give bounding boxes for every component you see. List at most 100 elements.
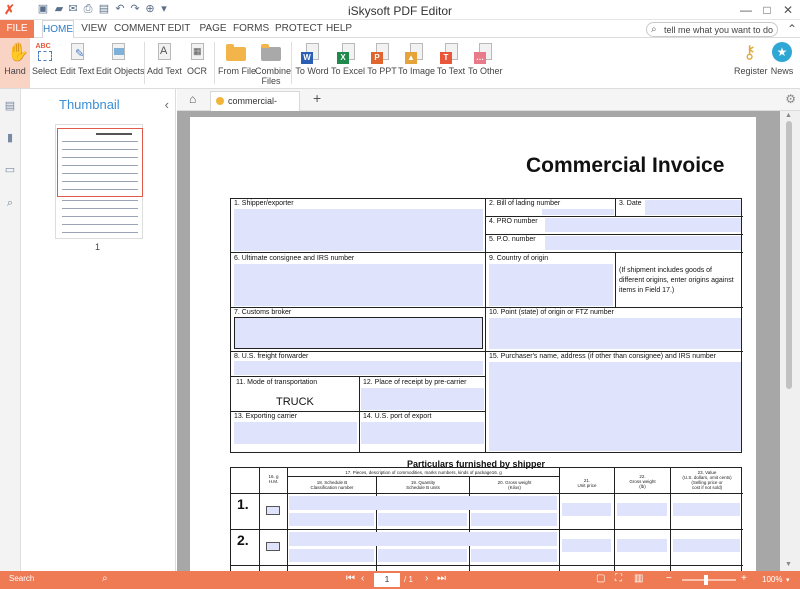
exporting-carrier-field[interactable] — [234, 422, 357, 444]
thumbnail-panel: Thumbnail ‹ 1 — [21, 89, 176, 571]
gross-weight-lb-field[interactable] — [617, 539, 667, 552]
menu-comment[interactable]: COMMENT — [114, 20, 166, 38]
combine-files-button[interactable]: Combine Files — [255, 38, 291, 88]
value-field[interactable] — [673, 539, 740, 552]
col-21-header: 21. Unit price — [577, 478, 597, 488]
thumbnail-panel-icon[interactable]: ▤ — [4, 100, 16, 112]
zoom-slider-track[interactable] — [682, 579, 736, 581]
document-tab[interactable]: commercial-invoice — [210, 91, 300, 124]
comment-icon[interactable]: ▭ — [4, 164, 16, 176]
new-tab-icon[interactable]: + — [313, 90, 321, 106]
status-search-icon[interactable]: ⌕ — [102, 573, 108, 584]
page-thumbnail[interactable] — [55, 124, 143, 239]
point-origin-label: 10. Point (state) of origin or FTZ numbe… — [489, 309, 614, 316]
freight-forwarder-field[interactable] — [234, 361, 483, 375]
row-number: 2. — [237, 532, 249, 548]
collapse-panel-icon[interactable]: ‹ — [165, 97, 169, 112]
hand-tool-button[interactable]: ✋ Hand — [0, 38, 30, 88]
menu-home[interactable]: HOME — [42, 20, 74, 39]
scrollbar-thumb[interactable] — [786, 121, 792, 389]
next-page-icon[interactable]: › — [425, 573, 428, 584]
edit-objects-icon — [107, 42, 129, 64]
thumb-line — [62, 208, 138, 209]
two-page-view-icon[interactable]: ▥ — [634, 573, 643, 584]
zoom-level[interactable]: 100% — [762, 575, 782, 584]
point-origin-field[interactable] — [489, 318, 741, 349]
customs-broker-field[interactable] — [234, 317, 483, 349]
place-receipt-field[interactable] — [361, 388, 484, 410]
help-search-input[interactable]: ⌕ tell me what you want to do — [646, 22, 778, 37]
fit-page-icon[interactable]: ⛶ — [615, 573, 622, 584]
quantity-field[interactable] — [378, 513, 467, 526]
unit-price-field[interactable] — [562, 539, 611, 552]
ocr-button[interactable]: ▦ OCR — [183, 38, 211, 88]
previous-page-icon[interactable]: ‹ — [361, 573, 364, 584]
menu-forms[interactable]: FORMS — [233, 20, 269, 38]
zoom-slider-knob[interactable] — [704, 575, 709, 585]
bill-of-lading-field[interactable] — [542, 209, 614, 215]
menu-view[interactable]: VIEW — [80, 20, 108, 38]
single-page-view-icon[interactable]: ▢ — [596, 573, 605, 584]
menu-help[interactable]: HELP — [325, 20, 353, 38]
hazmat-checkbox[interactable] — [266, 506, 280, 515]
country-origin-field[interactable] — [489, 264, 613, 306]
maximize-icon[interactable]: □ — [757, 1, 777, 19]
home-icon[interactable]: ⌂ — [189, 92, 196, 106]
to-ppt-button[interactable]: P To PPT — [367, 38, 397, 88]
to-image-button[interactable]: ▲ To Image — [398, 38, 435, 88]
shipper-field[interactable] — [234, 209, 483, 251]
value-field[interactable] — [673, 503, 740, 516]
vertical-scrollbar[interactable]: ▲ ▼ — [780, 111, 800, 571]
schedule-b-field[interactable] — [289, 513, 374, 526]
col-16-header: 16. g H.M. — [268, 474, 279, 484]
menu-edit[interactable]: EDIT — [166, 20, 192, 38]
description-field[interactable] — [289, 496, 557, 510]
port-export-field[interactable] — [361, 422, 484, 444]
news-button[interactable]: ★ News — [768, 38, 796, 88]
search-panel-icon[interactable]: ⌕ — [4, 197, 16, 209]
to-other-button[interactable]: … To Other — [468, 38, 503, 88]
gross-weight-kg-field[interactable] — [471, 513, 557, 526]
gross-weight-kg-field[interactable] — [471, 549, 557, 562]
edit-objects-button[interactable]: Edit Objects — [96, 38, 145, 88]
settings-gear-icon[interactable]: ⚙ — [785, 92, 796, 106]
zoom-out-icon[interactable]: − — [666, 573, 672, 584]
schedule-b-field[interactable] — [289, 549, 374, 562]
from-file-button[interactable]: From File — [218, 38, 256, 88]
menu-page[interactable]: PAGE — [199, 20, 227, 38]
zoom-in-icon[interactable]: + — [741, 573, 747, 584]
unit-price-field[interactable] — [562, 503, 611, 516]
mode-transport-value[interactable]: TRUCK — [276, 396, 314, 408]
ribbon-collapse-icon[interactable]: ⌃ — [782, 20, 800, 38]
pro-number-field[interactable] — [545, 218, 741, 232]
purchaser-field[interactable] — [489, 362, 741, 451]
to-word-button[interactable]: W To Word — [295, 38, 329, 88]
scroll-up-icon[interactable]: ▲ — [785, 112, 792, 119]
add-text-button[interactable]: A Add Text — [147, 38, 182, 88]
app-window: ✗ ▣ ▰ ✉ ⎙ ▤ ↶ ↷ ⊕ ▾ iSkysoft PDF Editor … — [0, 0, 800, 589]
hazmat-checkbox[interactable] — [266, 542, 280, 551]
quantity-field[interactable] — [378, 549, 467, 562]
register-button[interactable]: ⚷ Register — [734, 38, 768, 88]
close-icon[interactable]: ✕ — [778, 1, 798, 19]
menu-protect[interactable]: PROTECT — [275, 20, 323, 38]
gross-weight-lb-field[interactable] — [617, 503, 667, 516]
first-page-icon[interactable]: ⏮ — [346, 573, 355, 584]
consignee-field[interactable] — [234, 264, 483, 306]
select-tool-button[interactable]: ABC Select — [31, 38, 58, 88]
thumb-line — [62, 141, 138, 142]
col-18-header: 18. Schedule B Classification number — [310, 480, 354, 490]
zoom-dropdown-icon[interactable]: ▾ — [786, 576, 790, 584]
scroll-down-icon[interactable]: ▼ — [785, 561, 792, 568]
to-excel-button[interactable]: X To Excel — [331, 38, 365, 88]
minimize-icon[interactable]: — — [736, 1, 756, 19]
date-field[interactable] — [645, 200, 741, 215]
description-field[interactable] — [289, 532, 557, 546]
to-text-button[interactable]: T To Text — [435, 38, 467, 88]
bookmark-icon[interactable]: ▮ — [4, 132, 16, 144]
po-number-field[interactable] — [545, 236, 741, 250]
menu-file[interactable]: FILE — [0, 20, 34, 38]
edit-text-button[interactable]: ✎ Edit Text — [60, 38, 94, 88]
last-page-icon[interactable]: ⏭ — [437, 573, 446, 584]
page-number-input[interactable]: 1 — [374, 573, 400, 587]
